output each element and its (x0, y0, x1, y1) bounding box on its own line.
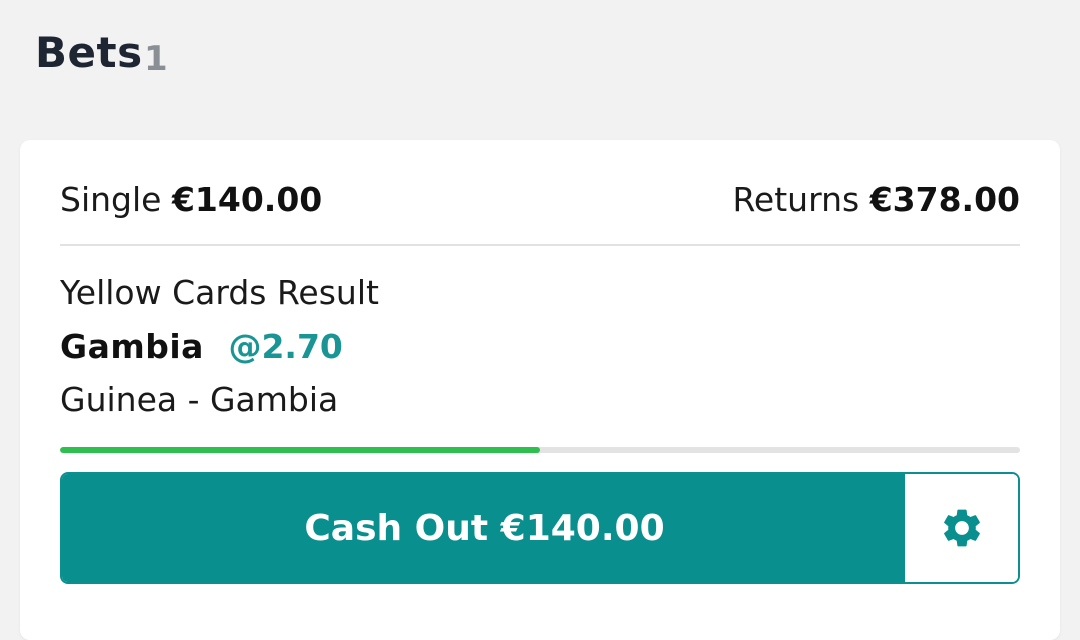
bet-type-label: Single (60, 180, 162, 219)
market-name: Yellow Cards Result (60, 273, 379, 312)
header: Bets 1 (0, 0, 1080, 116)
cash-out-button[interactable]: Cash Out €140.00 (62, 474, 907, 582)
bet-card: Single €140.00 Returns €378.00 Yellow Ca… (20, 140, 1060, 640)
cashout-settings-button[interactable] (905, 474, 1018, 582)
progress-bar (60, 447, 1020, 453)
page-title: Bets (35, 28, 143, 77)
bets-count-badge: 1 (144, 39, 168, 79)
stake-summary: Single €140.00 (60, 180, 322, 219)
gear-icon (943, 509, 980, 547)
selection-row: Gambia @2.70 (60, 327, 343, 366)
bet-summary-row: Single €140.00 Returns €378.00 (60, 180, 1020, 226)
progress-bar-fill (60, 447, 540, 453)
stake-amount: €140.00 (171, 180, 323, 219)
event-name: Guinea - Gambia (60, 380, 339, 419)
returns-summary: Returns €378.00 (732, 180, 1020, 219)
selection-odds: @2.70 (228, 327, 343, 366)
selection-name: Gambia (60, 327, 204, 366)
cashout-group: Cash Out €140.00 (60, 472, 1020, 584)
returns-amount: €378.00 (869, 180, 1020, 219)
divider (60, 244, 1020, 246)
returns-label: Returns (732, 180, 860, 219)
